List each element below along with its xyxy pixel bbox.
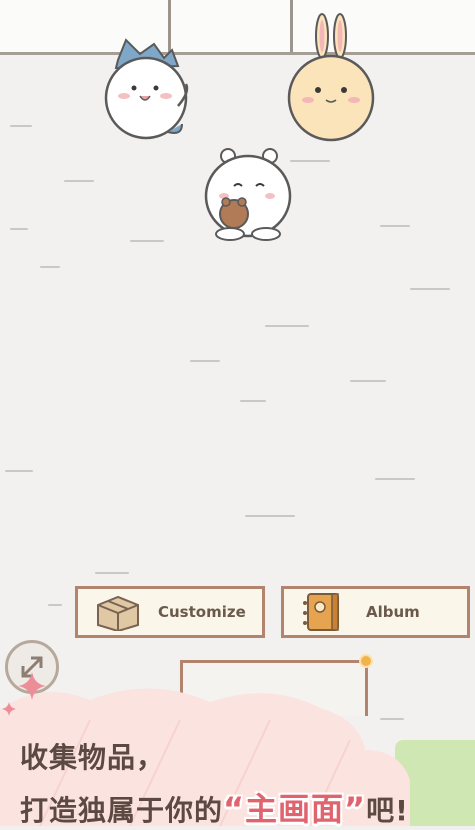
customize-label: Customize	[158, 603, 246, 621]
floor-scratch	[48, 604, 62, 606]
floor-scratch	[380, 225, 410, 227]
floor-scratch	[10, 228, 28, 230]
caption-line-1: 收集物品，	[20, 741, 166, 774]
floor-scratch	[375, 478, 415, 480]
bear-character[interactable]	[200, 146, 296, 246]
customize-button[interactable]: Customize	[75, 586, 265, 638]
floor-scratch	[130, 240, 164, 242]
floor-scratch	[410, 288, 450, 290]
floor-scratch	[290, 160, 330, 162]
floor-scratch	[95, 572, 129, 574]
floor-scratch	[64, 180, 94, 182]
box-icon	[97, 595, 139, 631]
floor-scratch	[245, 515, 295, 517]
caption-suffix: 吧!	[366, 794, 409, 827]
sparkle-icon	[18, 672, 46, 700]
floor-scratch	[265, 325, 309, 327]
rabbit-character[interactable]	[284, 12, 380, 144]
floor-scratch	[10, 125, 32, 127]
room-top-shelf	[0, 0, 475, 55]
cat-character[interactable]	[98, 36, 194, 146]
album-book-icon	[303, 593, 339, 631]
floor-scratch	[240, 400, 266, 402]
floor-scratch	[350, 380, 386, 382]
floor-scratch	[5, 470, 33, 472]
sparkle-icon	[2, 702, 16, 716]
caption-line-2: 打造独属于你的“主画面”吧!	[20, 784, 409, 830]
floor-scratch	[190, 360, 220, 362]
floor-scratch	[40, 266, 60, 268]
caption-prefix: 打造独属于你的	[20, 794, 224, 827]
album-button[interactable]: Album	[281, 586, 470, 638]
notification-dot	[359, 654, 373, 668]
caption-highlight: “主画面”	[223, 790, 367, 828]
album-label: Album	[366, 603, 420, 621]
